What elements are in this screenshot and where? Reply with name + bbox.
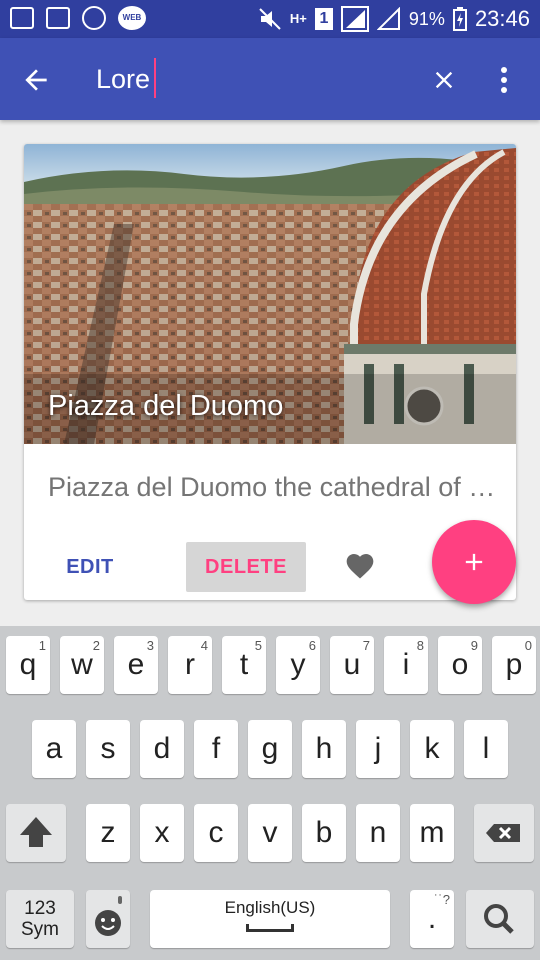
space-key[interactable]: English(US) — [150, 890, 390, 948]
place-card[interactable]: Piazza del Duomo Piazza del Duomo the ca… — [24, 144, 516, 600]
network-type: H+ — [289, 11, 307, 26]
key-label: k — [424, 732, 440, 765]
signal-icon — [340, 6, 369, 32]
webtoon-icon: WEB TOON — [118, 6, 146, 46]
key-l[interactable]: l — [464, 720, 508, 778]
key-i[interactable]: i8 — [384, 636, 428, 694]
key-label: a — [45, 732, 63, 765]
key-label: c — [208, 816, 224, 849]
whatsapp-icon — [82, 6, 106, 30]
edit-button[interactable]: EDIT — [48, 542, 132, 592]
key-hint: 0 — [524, 638, 532, 653]
period-key[interactable]: . ˙˙? — [410, 890, 454, 948]
search-input[interactable] — [96, 60, 396, 98]
delete-button[interactable]: DELETE — [186, 542, 306, 592]
symbols-key-label: 123 Sym — [21, 898, 59, 940]
status-bar: WEB TOON H+ 1 91% 23:46 — [0, 0, 540, 46]
key-label: l — [482, 732, 490, 765]
more-vert-icon[interactable] — [492, 64, 516, 96]
shift-key[interactable] — [6, 804, 66, 862]
key-label: f — [211, 732, 221, 765]
key-hint: 2 — [92, 638, 100, 653]
key-m[interactable]: m — [410, 804, 454, 862]
key-o[interactable]: o9 — [438, 636, 482, 694]
key-label: v — [262, 816, 278, 849]
emoji-icon — [95, 896, 122, 936]
key-label: x — [154, 816, 170, 849]
key-label: h — [315, 732, 333, 765]
key-hint: 8 — [416, 638, 424, 653]
key-e[interactable]: e3 — [114, 636, 158, 694]
gallery-icon — [46, 7, 70, 29]
key-k[interactable]: k — [410, 720, 454, 778]
key-hint: 4 — [200, 638, 208, 653]
key-q[interactable]: q1 — [6, 636, 50, 694]
soft-keyboard: 123 Sym English(US) . ˙˙? q1w2e3r4t5y6u7i… — [0, 626, 540, 960]
card-description: Piazza del Duomo the cathedral of Floren… — [48, 472, 498, 502]
key-r[interactable]: r4 — [168, 636, 212, 694]
backspace-icon — [486, 824, 520, 842]
card-image-title: Piazza del Duomo — [48, 390, 284, 422]
close-icon[interactable] — [430, 66, 458, 94]
sim-indicator: 1 — [314, 8, 333, 30]
key-f[interactable]: f — [194, 720, 238, 778]
key-label: b — [315, 816, 333, 849]
key-label: s — [100, 732, 116, 765]
period-key-hint: ˙˙? — [434, 892, 450, 907]
shift-arrow-icon — [20, 817, 52, 847]
key-b[interactable]: b — [302, 804, 346, 862]
key-hint: 5 — [254, 638, 262, 653]
key-hint: 9 — [470, 638, 478, 653]
search-key[interactable] — [466, 890, 534, 948]
keyboard-icon — [10, 7, 34, 29]
key-label: z — [100, 816, 116, 849]
key-label: n — [369, 816, 387, 849]
search-toolbar — [0, 38, 540, 120]
mute-icon — [259, 8, 281, 30]
space-bar-icon — [246, 924, 294, 932]
text-cursor — [154, 58, 156, 98]
key-j[interactable]: j — [356, 720, 400, 778]
space-key-label: English(US) — [224, 898, 316, 917]
battery-icon — [452, 7, 467, 31]
key-d[interactable]: d — [140, 720, 184, 778]
plus-icon — [465, 553, 483, 571]
key-label: j — [374, 732, 382, 765]
key-label: g — [261, 732, 279, 765]
key-g[interactable]: g — [248, 720, 292, 778]
search-icon — [484, 904, 514, 934]
key-n[interactable]: n — [356, 804, 400, 862]
key-u[interactable]: u7 — [330, 636, 374, 694]
signal-2-icon — [376, 7, 400, 30]
backspace-key[interactable] — [474, 804, 534, 862]
key-z[interactable]: z — [86, 804, 130, 862]
key-hint: 1 — [38, 638, 46, 653]
heart-icon[interactable] — [344, 550, 376, 582]
emoji-key[interactable] — [86, 890, 130, 948]
arrow-back-icon[interactable] — [20, 64, 52, 96]
add-fab[interactable] — [432, 520, 516, 604]
key-hint: 6 — [308, 638, 316, 653]
symbols-key[interactable]: 123 Sym — [6, 890, 74, 948]
key-hint: 3 — [146, 638, 154, 653]
key-p[interactable]: p0 — [492, 636, 536, 694]
key-label: m — [419, 816, 445, 849]
key-hint: 7 — [362, 638, 370, 653]
key-a[interactable]: a — [32, 720, 76, 778]
key-v[interactable]: v — [248, 804, 292, 862]
key-t[interactable]: t5 — [222, 636, 266, 694]
key-label: d — [153, 732, 171, 765]
key-c[interactable]: c — [194, 804, 238, 862]
battery-percent: 91% — [408, 9, 445, 29]
key-x[interactable]: x — [140, 804, 184, 862]
key-w[interactable]: w2 — [60, 636, 104, 694]
key-y[interactable]: y6 — [276, 636, 320, 694]
clock: 23:46 — [474, 6, 530, 31]
key-h[interactable]: h — [302, 720, 346, 778]
key-s[interactable]: s — [86, 720, 130, 778]
